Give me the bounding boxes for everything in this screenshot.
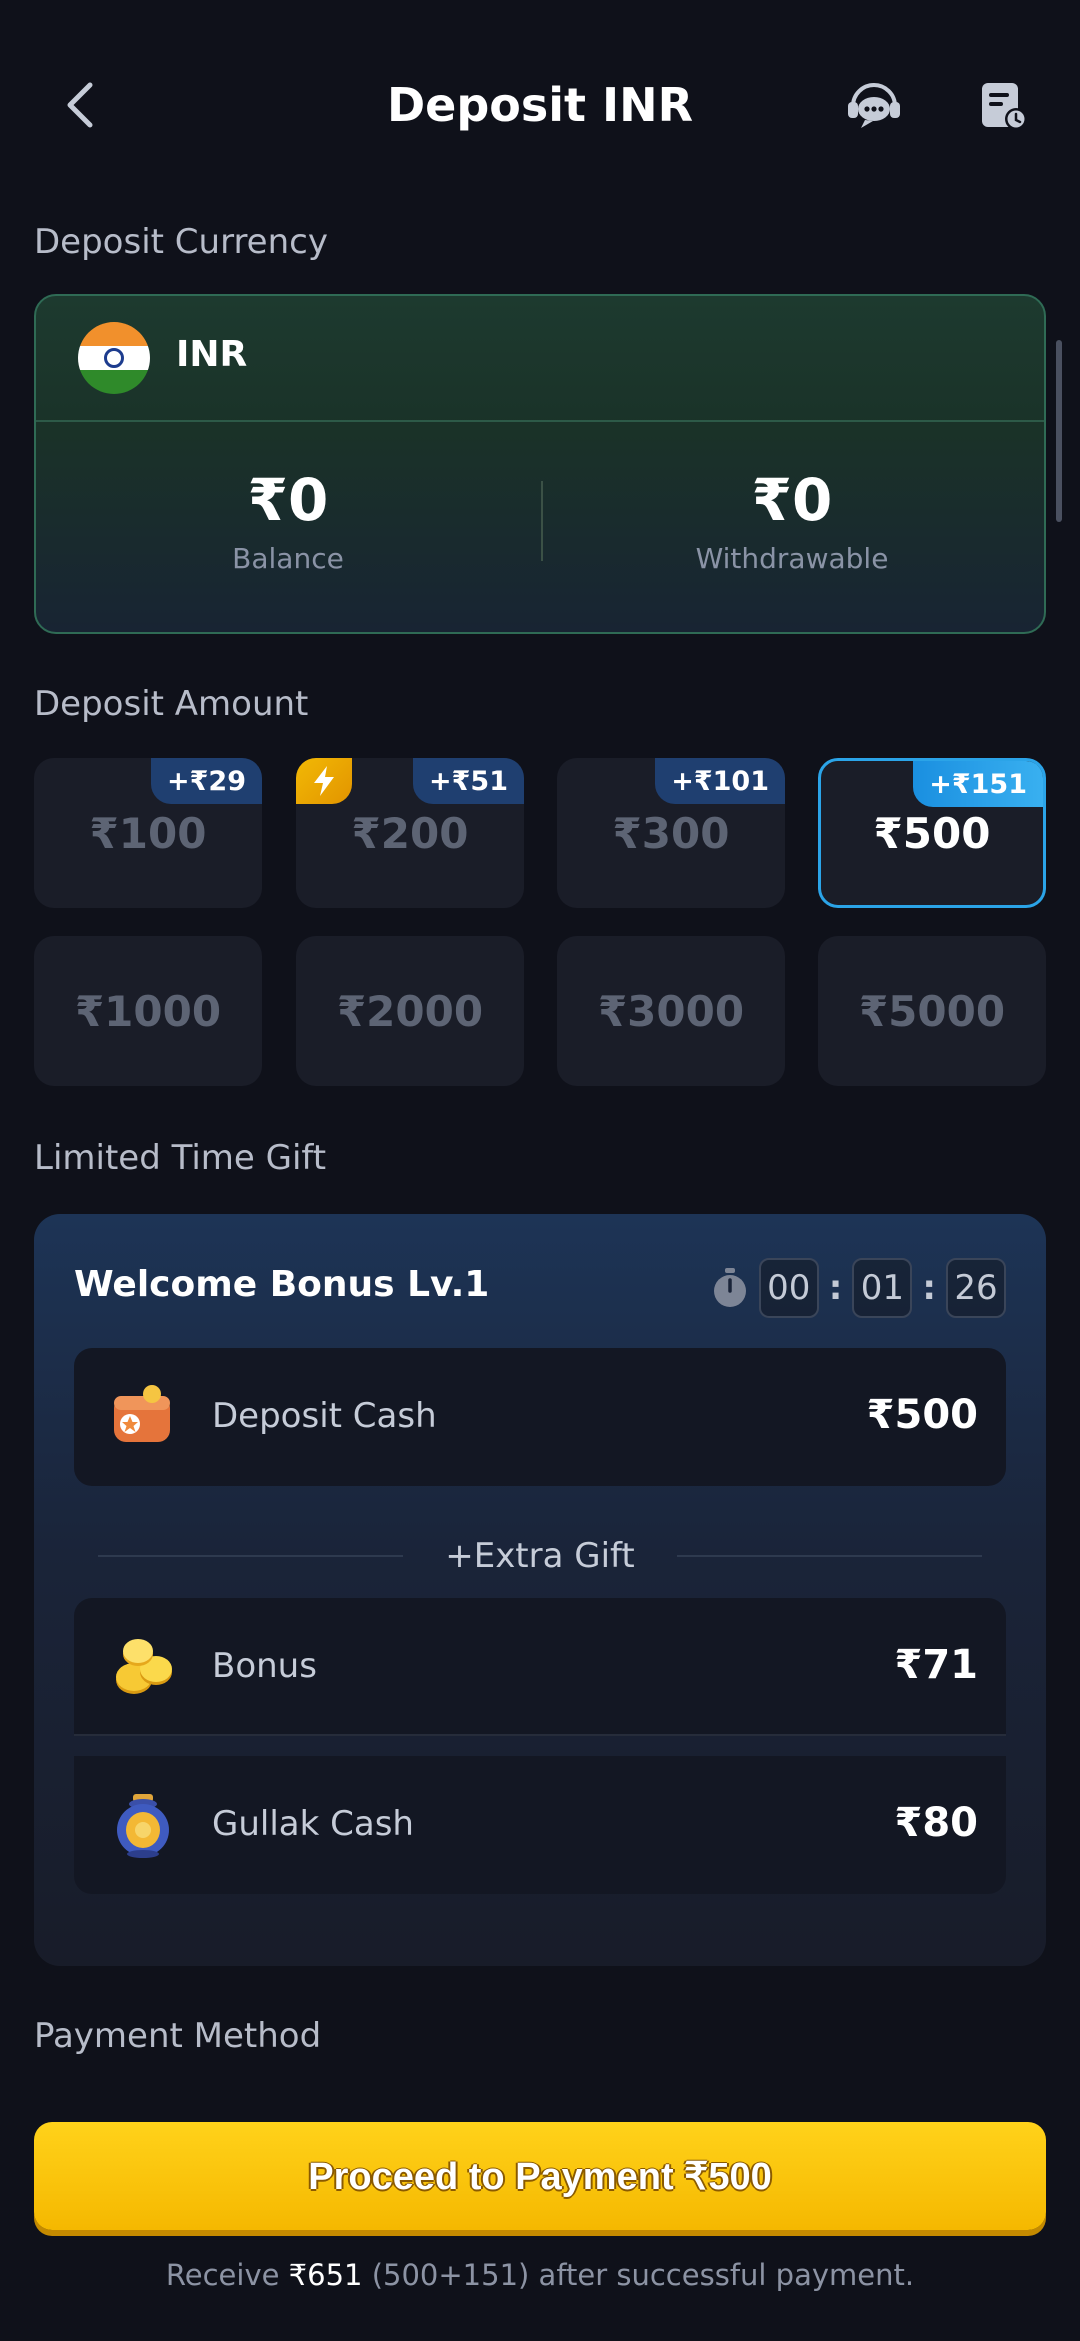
amount-option-5000[interactable]: ₹5000 [818, 936, 1046, 1086]
divider-line [98, 1555, 404, 1557]
amount-value: ₹300 [612, 808, 730, 858]
receive-note: Receive ₹651 (500+151) after successful … [0, 2258, 1080, 2292]
stopwatch-icon [713, 1268, 746, 1307]
amount-option-100[interactable]: ₹100 +₹29 [34, 758, 262, 908]
currency-card[interactable]: INR ₹0 Balance ₹0 Withdrawable [34, 294, 1046, 634]
amount-option-1000[interactable]: ₹1000 [34, 936, 262, 1086]
support-button[interactable] [840, 72, 908, 140]
limited-time-gift-label: Limited Time Gift [34, 1138, 327, 1178]
gullak-cash-value: ₹80 [894, 1800, 979, 1846]
page-title: Deposit INR [386, 78, 694, 132]
amount-value: ₹2000 [336, 986, 484, 1036]
currency-code: INR [176, 334, 248, 375]
deposit-amount-label: Deposit Amount [34, 684, 309, 724]
amount-value: ₹500 [873, 808, 991, 858]
gullak-cash-row: Gullak Cash ₹80 [74, 1756, 1006, 1894]
balance-value: ₹0 [247, 466, 329, 534]
amount-option-300[interactable]: ₹300 +₹101 [557, 758, 785, 908]
gullak-pot-icon [117, 1794, 169, 1858]
receive-amount: ₹651 [288, 2258, 363, 2292]
amount-value: ₹200 [351, 808, 469, 858]
deposit-cash-value: ₹500 [866, 1392, 978, 1438]
timer-separator: : [828, 1268, 843, 1308]
withdrawable-value: ₹0 [751, 466, 833, 534]
timer-seconds: 26 [946, 1258, 1006, 1318]
deposit-cash-label: Deposit Cash [212, 1396, 437, 1436]
balance-label: Balance [232, 542, 344, 575]
receive-suffix: (500+151) after successful payment. [362, 2258, 915, 2292]
bonus-value: ₹71 [894, 1642, 979, 1688]
extra-gift-divider: +Extra Gift [34, 1534, 1046, 1578]
amount-option-2000[interactable]: ₹2000 [296, 936, 524, 1086]
records-clock-icon [982, 83, 1027, 130]
records-button[interactable] [970, 72, 1038, 140]
currency-selector[interactable]: INR [36, 296, 1044, 422]
amount-value: ₹1000 [74, 986, 222, 1036]
gold-coins-icon [116, 1639, 172, 1694]
bonus-title: Welcome Bonus Lv.1 [74, 1264, 490, 1305]
amount-value: ₹5000 [858, 986, 1006, 1036]
extra-gift-label: +Extra Gift [445, 1536, 635, 1576]
amount-value: ₹100 [89, 808, 207, 858]
deposit-cash-row: Deposit Cash ₹500 [74, 1348, 1006, 1486]
timer-minutes: 01 [852, 1258, 913, 1318]
bonus-badge: +₹151 [913, 761, 1043, 807]
receive-prefix: Receive [165, 2258, 289, 2292]
bonus-badge: +₹29 [151, 758, 262, 804]
wallet-icon [114, 1385, 170, 1442]
amount-option-200[interactable]: ₹200 +₹51 [296, 758, 524, 908]
india-flag-icon [78, 322, 150, 394]
gullak-cash-label: Gullak Cash [212, 1804, 414, 1844]
deposit-currency-label: Deposit Currency [34, 222, 328, 262]
welcome-bonus-card: Welcome Bonus Lv.1 00 : 01 : 26 Deposit … [34, 1214, 1046, 1966]
scrollbar-thumb[interactable] [1056, 340, 1062, 522]
timer-hours: 00 [758, 1258, 819, 1318]
divider-line [676, 1555, 982, 1557]
amount-option-3000[interactable]: ₹3000 [557, 936, 785, 1086]
balance-block: ₹0 Balance [36, 466, 540, 575]
lightning-icon [296, 758, 352, 804]
countdown-timer: 00 : 01 : 26 [711, 1258, 1006, 1318]
withdrawable-label: Withdrawable [695, 542, 889, 575]
proceed-to-payment-button[interactable]: Proceed to Payment ₹500 [34, 2122, 1046, 2230]
amount-option-500[interactable]: ₹500 +₹151 [818, 758, 1046, 908]
withdrawable-block: ₹0 Withdrawable [540, 466, 1044, 575]
bonus-badge: +₹101 [655, 758, 785, 804]
bonus-label: Bonus [212, 1646, 317, 1686]
timer-separator: : [922, 1268, 936, 1308]
payment-method-label: Payment Method [34, 2016, 322, 2056]
bonus-row: Bonus ₹71 [74, 1598, 1006, 1736]
bonus-badge: +₹51 [413, 758, 524, 804]
support-chat-icon [848, 83, 900, 128]
amount-value: ₹3000 [597, 986, 745, 1036]
